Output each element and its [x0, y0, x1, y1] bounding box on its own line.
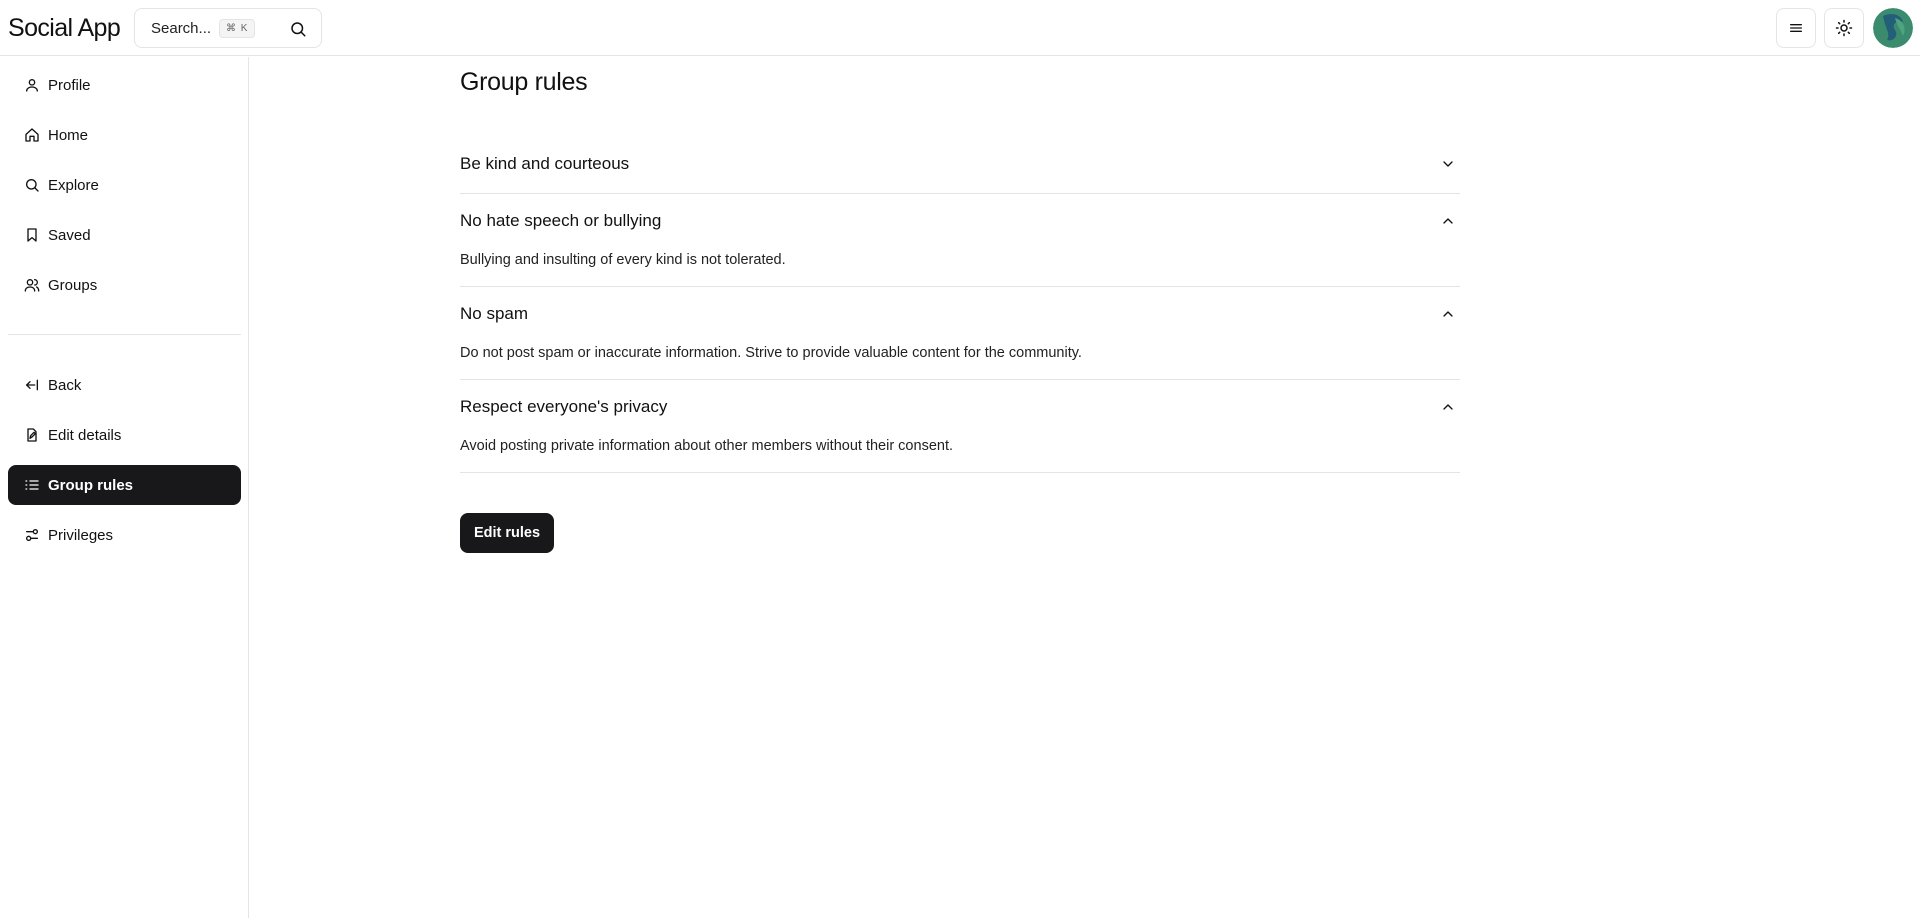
- sidebar-item-label: Saved: [48, 226, 91, 244]
- menu-button[interactable]: [1776, 8, 1816, 48]
- avatar-image: [1873, 8, 1913, 48]
- sidebar-item-back[interactable]: Back: [8, 365, 241, 405]
- search-icon: [24, 177, 40, 193]
- rule-divider: [460, 193, 1460, 194]
- rule-description: Avoid posting private information about …: [460, 438, 953, 454]
- sidebar-divider: [8, 334, 241, 335]
- sidebar-item-label: Home: [48, 126, 89, 144]
- rule-title: No spam: [460, 304, 529, 323]
- user-icon: [24, 77, 40, 93]
- sidebar-item-label: Explore: [48, 176, 99, 194]
- back-arrow-icon: [24, 377, 40, 393]
- edit-file-icon: [24, 427, 40, 443]
- sun-icon: [1835, 19, 1853, 37]
- home-icon: [24, 127, 40, 143]
- sidebar-item-home[interactable]: Home: [8, 115, 241, 155]
- search-button[interactable]: Search... ⌘ K: [134, 8, 322, 48]
- sidebar-item-label: Edit details: [48, 426, 122, 444]
- sidebar-item-label: Group rules: [48, 476, 134, 494]
- sidebar-item-edit-details[interactable]: Edit details: [8, 415, 241, 455]
- bookmark-icon: [24, 227, 40, 243]
- sidebar-item-groups[interactable]: Groups: [8, 265, 241, 305]
- rule-divider: [460, 379, 1460, 380]
- chevron-down-icon: [1443, 161, 1453, 167]
- theme-toggle-button[interactable]: [1824, 8, 1864, 48]
- edit-rules-button[interactable]: Edit rules: [460, 513, 554, 553]
- sidebar-item-saved[interactable]: Saved: [8, 215, 241, 255]
- sidebar-item-label: Profile: [48, 76, 91, 94]
- rule-title: No hate speech or bullying: [460, 211, 662, 230]
- rule-divider: [460, 472, 1460, 473]
- sidebar-item-profile[interactable]: Profile: [8, 65, 241, 105]
- chevron-up-icon: [1443, 404, 1453, 410]
- sliders-icon: [24, 527, 40, 543]
- sidebar-item-label: Back: [48, 376, 82, 394]
- sidebar-item-privileges[interactable]: Privileges: [8, 515, 241, 555]
- page-title: Group rules: [460, 68, 588, 96]
- rule-accordion-header[interactable]: No hate speech or bullying: [460, 211, 1460, 231]
- top-bar: Social App Search... ⌘ K: [0, 0, 1920, 56]
- avatar[interactable]: [1873, 8, 1913, 48]
- search-placeholder: Search...: [151, 20, 212, 37]
- app-title[interactable]: Social App: [8, 12, 121, 44]
- search-icon: [291, 22, 306, 37]
- list-icon: [24, 477, 40, 493]
- sidebar: Profile Home Explore Saved Groups Back E…: [0, 57, 249, 918]
- rule-title: Respect everyone's privacy: [460, 397, 668, 416]
- rule-description: Bullying and insulting of every kind is …: [460, 252, 786, 268]
- rule-divider: [460, 286, 1460, 287]
- sidebar-item-label: Groups: [48, 276, 98, 294]
- sidebar-item-explore[interactable]: Explore: [8, 165, 241, 205]
- rule-accordion-header[interactable]: Be kind and courteous: [460, 154, 1460, 174]
- users-icon: [24, 277, 40, 293]
- rule-accordion-header[interactable]: No spam: [460, 304, 1460, 324]
- rule-accordion-header[interactable]: Respect everyone's privacy: [460, 397, 1460, 417]
- sidebar-item-label: Privileges: [48, 526, 114, 544]
- chevron-up-icon: [1443, 218, 1453, 224]
- sidebar-item-group-rules[interactable]: Group rules: [8, 465, 241, 505]
- menu-icon: [1790, 23, 1802, 32]
- rule-title: Be kind and courteous: [460, 154, 630, 173]
- chevron-up-icon: [1443, 311, 1453, 317]
- search-shortcut-badge: ⌘ K: [219, 19, 256, 38]
- rule-description: Do not post spam or inaccurate informati…: [460, 345, 1082, 361]
